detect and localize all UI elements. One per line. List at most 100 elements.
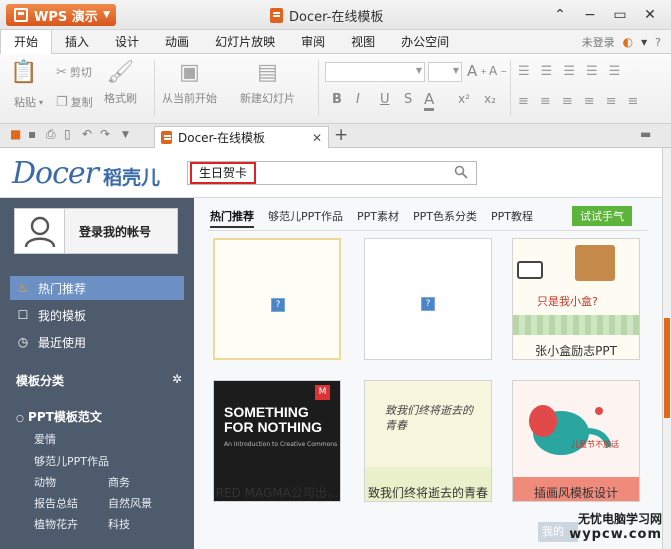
tab-docer-online-templates[interactable]: Docer-在线模板 ✕ [154, 126, 329, 148]
skin-icon[interactable]: ◐ [623, 35, 633, 49]
italic-button[interactable]: I [356, 92, 360, 107]
copy-label: 复制 [70, 96, 93, 109]
category-link[interactable]: 爱情 [34, 431, 56, 447]
tab-ppt-colors[interactable]: PPT色系分类 [413, 208, 477, 228]
sidebar-item-hot[interactable]: ♨ 热门推荐 [10, 276, 184, 300]
subscript-button[interactable]: x₂ [484, 92, 496, 106]
format-painter-button[interactable]: 🖌 格式刷 [104, 60, 137, 106]
category-link[interactable]: 科技 [108, 516, 130, 532]
gear-icon[interactable]: ✲ [172, 372, 182, 389]
menu-home[interactable]: 开始 [0, 29, 53, 54]
shirt-icon[interactable]: ▾ [641, 35, 647, 49]
avatar [15, 209, 65, 253]
try-luck-button[interactable]: 试试手气 [572, 206, 632, 226]
category-link[interactable]: 报告总结 [34, 495, 78, 511]
minimize-icon[interactable]: − [577, 4, 603, 26]
redo-icon[interactable]: ↷ [100, 127, 110, 141]
folder-icon[interactable]: ■ [10, 127, 21, 141]
cut-button[interactable]: ✂ 剪切 [56, 64, 92, 80]
undo-icon[interactable]: ↶ [82, 127, 92, 141]
menu-insert[interactable]: 插入 [52, 30, 102, 54]
window-controls: ⌃ − ▭ ✕ [547, 4, 663, 26]
category-link[interactable]: 自然风景 [108, 495, 152, 511]
bold-button[interactable]: B [332, 92, 342, 107]
underline-button[interactable]: U [380, 92, 390, 107]
category-link[interactable]: 够范儿PPT作品 [34, 453, 109, 469]
print-icon[interactable]: ⎙ [46, 127, 56, 142]
card-caption[interactable]: RED MAGMA公司出... [207, 484, 347, 501]
category-link[interactable]: 商务 [108, 474, 130, 490]
sidebar-item-label: 最近使用 [38, 335, 87, 350]
menu-animation[interactable]: 动画 [152, 30, 202, 54]
tab-gofan-ppt[interactable]: 够范儿PPT作品 [268, 208, 343, 228]
login-label: 登录我的帐号 [79, 224, 152, 239]
format-painter-label: 格式刷 [104, 92, 137, 105]
numbered-list-icon: ☰ [540, 64, 561, 79]
sidebar-item-my-templates[interactable]: ☐ 我的模板 [10, 303, 184, 327]
play-from-current-button[interactable]: ▣ 从当前开始 [162, 60, 217, 106]
category-link[interactable]: 植物花卉 [34, 516, 78, 532]
tab-ppt-assets[interactable]: PPT素材 [357, 208, 399, 228]
template-search-box[interactable]: 生日贺卡 [187, 161, 477, 185]
chevron-down-icon[interactable]: ▼ [122, 130, 129, 140]
scrollbar-thumb[interactable] [664, 318, 670, 418]
font-size-select[interactable]: ▼ [428, 62, 462, 82]
menu-view[interactable]: 视图 [338, 30, 388, 54]
distribute-icon: ≡ [605, 94, 625, 109]
menu-design[interactable]: 设计 [102, 30, 152, 54]
close-tab-icon[interactable]: ✕ [312, 131, 322, 145]
help-icon[interactable]: ? [655, 36, 661, 49]
new-tab-button[interactable]: + [334, 125, 348, 145]
menu-review[interactable]: 审阅 [288, 30, 338, 54]
new-slide-icon: ▤ [257, 60, 278, 85]
tab-options-icon[interactable]: ▬ [640, 127, 651, 141]
close-icon[interactable]: ✕ [637, 4, 663, 26]
font-family-select[interactable]: ▼ [325, 62, 425, 82]
paste-button[interactable]: 📋 [10, 60, 37, 86]
scrollbar[interactable] [662, 148, 671, 549]
template-card[interactable]: ? [213, 238, 341, 360]
docer-logo[interactable]: Docer [12, 156, 99, 191]
copy-icon: ❐ [56, 94, 68, 110]
grow-font-label: A [467, 62, 478, 80]
collapse-ribbon-icon[interactable]: ⌃ [547, 4, 573, 26]
strikethrough-button[interactable]: S [404, 92, 412, 107]
category-subheading-label: PPT模板范文 [28, 410, 102, 424]
tab-hot[interactable]: 热门推荐 [210, 208, 254, 228]
template-card[interactable]: ? [364, 238, 492, 360]
paragraph-align-buttons[interactable]: ≡ ≡ ≡ ≡ ≡ ≡ [518, 94, 646, 109]
menu-office-space[interactable]: 办公空间 [388, 30, 462, 54]
docer-header: Docer 稻壳儿 生日贺卡 [0, 148, 662, 198]
maximize-icon[interactable]: ▭ [607, 4, 633, 26]
menu-slideshow[interactable]: 幻灯片放映 [202, 30, 288, 54]
preview-icon[interactable]: ▯ [64, 127, 71, 141]
save-icon[interactable]: ▪ [28, 127, 36, 141]
card-caption[interactable]: 插画风模板设计 [506, 484, 646, 501]
card-caption[interactable]: 致我们终将逝去的青春 [358, 484, 498, 501]
bullet-icon: ○ [16, 414, 24, 424]
login-account-button[interactable]: 登录我的帐号 [14, 208, 178, 254]
new-slide-button[interactable]: ▤ 新建幻灯片 [240, 60, 295, 106]
sidebar-item-recent[interactable]: ◷ 最近使用 [10, 330, 184, 354]
brush-icon: 🖌 [106, 60, 135, 85]
font-color-button[interactable]: A [424, 90, 435, 111]
paragraph-list-buttons[interactable]: ☰ ☰ ☰ ☰ ☰ [518, 64, 628, 79]
wps-app-menu-button[interactable]: WPS 演示 ▼ [6, 4, 116, 26]
copy-button[interactable]: ❐ 复制 [56, 94, 93, 110]
search-icon[interactable] [454, 165, 468, 179]
paste-label-button[interactable]: 粘贴 ▾ [14, 94, 43, 110]
template-gallery: 热门推荐 够范儿PPT作品 PPT素材 PPT色系分类 PPT教程 试试手气 ?… [194, 198, 662, 549]
projector-icon: ▣ [179, 60, 200, 85]
card-caption[interactable]: 张小盒励志PPT [506, 342, 646, 359]
shrink-font-button[interactable]: A − [489, 64, 507, 78]
category-subheading[interactable]: ○ PPT模板范文 [16, 408, 102, 425]
columns-icon: ☰ [608, 64, 629, 79]
login-status[interactable]: 未登录 [582, 34, 615, 50]
bookmark-icon: ☐ [17, 308, 29, 322]
search-input[interactable]: 生日贺卡 [190, 162, 257, 184]
docer-logo-cn: 稻壳儿 [103, 167, 161, 189]
superscript-button[interactable]: x² [458, 92, 470, 106]
category-link[interactable]: 动物 [34, 474, 56, 490]
tab-ppt-tutorial[interactable]: PPT教程 [491, 208, 533, 228]
grow-font-button[interactable]: A + [467, 62, 487, 80]
